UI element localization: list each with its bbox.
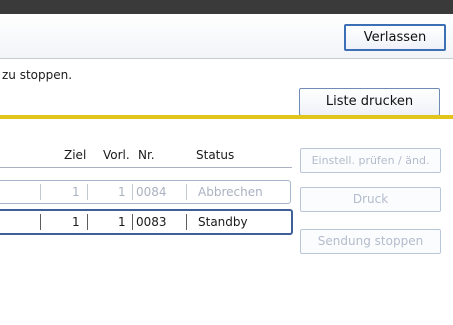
- row-status: Standby: [198, 215, 248, 229]
- row-target: 1: [72, 185, 80, 199]
- column-separator: [87, 214, 88, 230]
- stop-sending-button[interactable]: Sendung stoppen: [300, 229, 441, 254]
- column-separator: [186, 214, 187, 230]
- instruction-message: zu stoppen.: [2, 68, 73, 82]
- row-target: 1: [72, 215, 80, 229]
- column-header-status: Status: [196, 148, 235, 162]
- exit-button[interactable]: Verlassen: [344, 24, 446, 51]
- column-header-number: Nr.: [138, 148, 155, 162]
- header-underline: [0, 167, 292, 168]
- row-pre: 1: [118, 185, 126, 199]
- row-pre: 1: [118, 215, 126, 229]
- column-header-target: Ziel: [64, 148, 87, 162]
- column-separator: [40, 184, 41, 200]
- column-separator: [132, 184, 133, 200]
- print-list-button[interactable]: Liste drucken: [299, 88, 440, 116]
- check-change-settings-button[interactable]: Einstell. prüfen / änd.: [300, 148, 441, 173]
- column-separator: [87, 184, 88, 200]
- print-button[interactable]: Druck: [300, 187, 441, 212]
- table-row[interactable]: 1 1 0083 Standby: [0, 209, 293, 235]
- section-divider: [0, 115, 453, 119]
- table-row[interactable]: 1 1 0084 Abbrechen: [0, 180, 291, 204]
- column-separator: [132, 214, 133, 230]
- row-number: 0083: [136, 215, 167, 229]
- column-separator: [186, 184, 187, 200]
- row-status: Abbrechen: [198, 185, 263, 199]
- top-dark-bar: [0, 0, 453, 14]
- row-number: 0084: [136, 185, 167, 199]
- column-separator: [40, 214, 41, 230]
- column-header-pre: Vorl.: [103, 148, 130, 162]
